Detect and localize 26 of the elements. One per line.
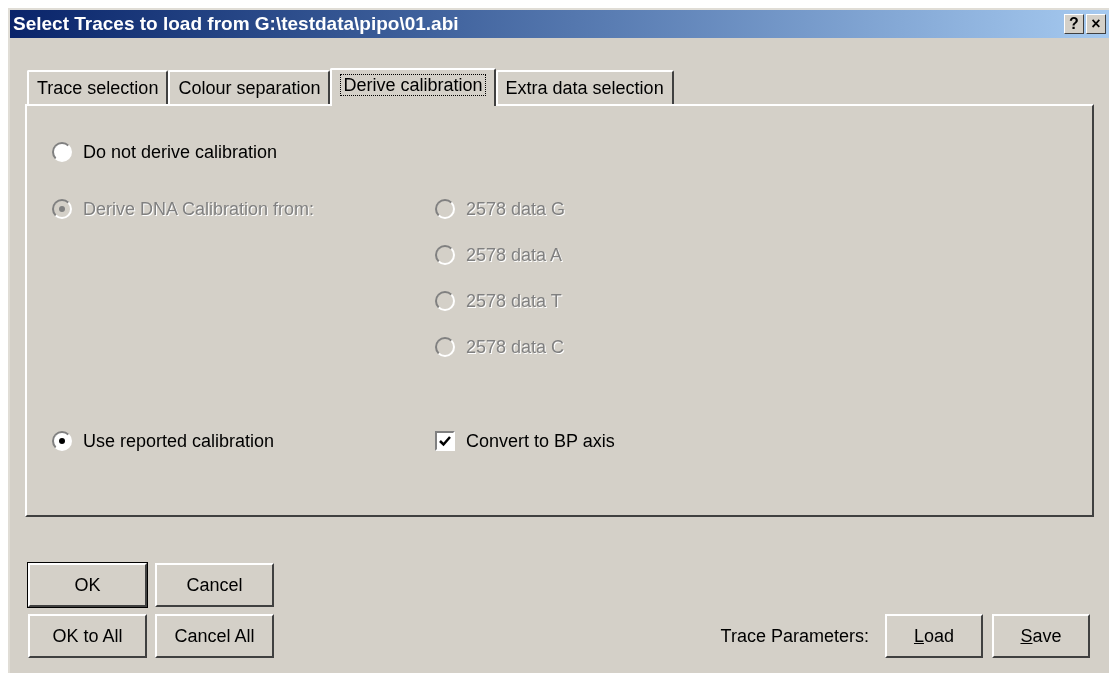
check-icon bbox=[439, 435, 451, 447]
tab[interactable]: Colour separation bbox=[168, 70, 331, 104]
dialog-button[interactable]: Save bbox=[992, 614, 1090, 658]
dialog-button[interactable]: Cancel bbox=[155, 563, 274, 607]
radio-button[interactable] bbox=[52, 431, 72, 451]
radio-label: 2578 data T bbox=[466, 289, 562, 313]
tab[interactable]: Extra data selection bbox=[495, 70, 674, 104]
tab[interactable]: Trace selection bbox=[27, 70, 169, 104]
dialog-button[interactable]: OK bbox=[28, 563, 147, 607]
radio-label: 2578 data C bbox=[466, 335, 565, 359]
title-bar-button[interactable]: ? bbox=[1064, 14, 1084, 34]
radio-label: Derive DNA Calibration from: bbox=[83, 197, 315, 221]
dialog-button[interactable]: Load bbox=[885, 614, 983, 658]
radio-label: 2578 data A bbox=[466, 243, 563, 267]
radio-button[interactable] bbox=[52, 142, 72, 162]
tab[interactable]: Derive calibration bbox=[330, 68, 496, 106]
radio-label: Do not derive calibration bbox=[83, 140, 278, 164]
checkbox[interactable] bbox=[435, 431, 455, 451]
window-title: Select Traces to load from G:\testdata\pipo\01.abi bbox=[13, 11, 459, 36]
radio-label: 2578 data G bbox=[466, 197, 566, 221]
radio-label: Use reported calibration bbox=[83, 429, 275, 453]
dialog-button[interactable]: Cancel All bbox=[155, 614, 274, 658]
trace-parameters-label: Trace Parameters: bbox=[720, 624, 869, 648]
title-bar-button[interactable]: × bbox=[1086, 14, 1106, 34]
checkbox-label: Convert to BP axis bbox=[466, 429, 615, 453]
dialog-button[interactable]: OK to All bbox=[28, 614, 147, 658]
